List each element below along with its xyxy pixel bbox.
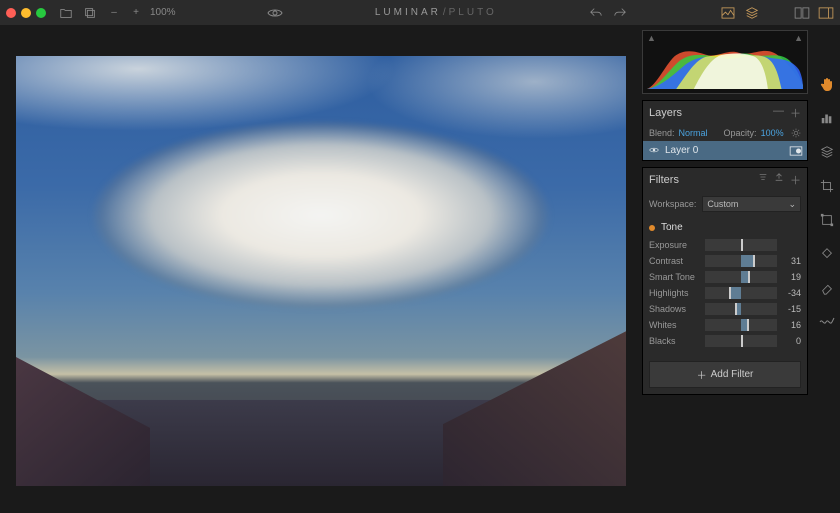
blacks-slider[interactable] [705, 335, 777, 347]
blend-mode-value[interactable]: Normal [679, 128, 708, 138]
file-open-icon[interactable] [58, 5, 74, 21]
opacity-label: Opacity: [724, 128, 757, 138]
denoise-tool-icon[interactable] [819, 314, 835, 330]
histogram-graph [647, 47, 803, 89]
filter-active-dot-icon [649, 225, 655, 231]
tone-filter-block: Tone Exposure Contrast 31 Smart Tone 19 Highl… [643, 216, 807, 355]
clip-warning-right-icon[interactable]: ▲ [794, 33, 803, 43]
layer-mask-icon[interactable] [789, 146, 801, 156]
exposure-slider-row: Exposure [643, 237, 807, 253]
panel-toggle-icon[interactable] [818, 5, 834, 21]
smart_tone-slider[interactable] [705, 271, 777, 283]
blacks-label: Blacks [649, 336, 701, 346]
contrast-label: Contrast [649, 256, 701, 266]
tool-strip [812, 26, 840, 513]
maximize-window-button[interactable] [36, 8, 46, 18]
undo-icon[interactable] [588, 5, 604, 21]
plus-icon: ＋ [697, 367, 707, 382]
whites-slider[interactable] [705, 319, 777, 331]
right-column: ▲ ▲ Layers — [642, 26, 840, 513]
smart_tone-slider-row: Smart Tone 19 [643, 269, 807, 285]
add-filter-icon[interactable]: ＋ [790, 172, 801, 188]
add-filter-button[interactable]: ＋ Add Filter [649, 361, 801, 388]
highlights-value: -34 [781, 288, 801, 298]
opacity-value[interactable]: 100% [761, 128, 784, 138]
close-window-button[interactable] [6, 8, 16, 18]
brand-sub: /PLUTO [443, 7, 497, 18]
main-area: ▲ ▲ Layers — [0, 26, 840, 513]
layers-panel: Layers — ＋ Blend: Normal Opacity: 100% [642, 100, 808, 161]
workspace-select[interactable]: Custom ⌄ [702, 196, 801, 212]
brand-main: LUMINAR [375, 7, 441, 18]
image-canvas[interactable] [16, 56, 626, 486]
canvas-area [0, 26, 642, 513]
preview-eye-icon[interactable] [267, 5, 283, 21]
whites-value: 16 [781, 320, 801, 330]
clone-tool-icon[interactable] [819, 246, 835, 262]
workspace-row: Workspace: Custom ⌄ [643, 192, 807, 216]
shadows-value: -15 [781, 304, 801, 314]
whites-slider-row: Whites 16 [643, 317, 807, 333]
shadows-slider[interactable] [705, 303, 777, 315]
blacks-slider-row: Blacks 0 [643, 333, 807, 349]
exposure-label: Exposure [649, 240, 701, 250]
image-view-icon[interactable] [720, 5, 736, 21]
compare-view-icon[interactable] [794, 5, 810, 21]
zoom-controls: – + 100% [106, 5, 176, 21]
zoom-value: 100% [150, 7, 176, 18]
crop-tool-icon[interactable] [819, 178, 835, 194]
redo-icon[interactable] [612, 5, 628, 21]
filters-menu-icon[interactable] [758, 172, 768, 188]
workspace-label: Workspace: [649, 199, 696, 209]
highlights-slider[interactable] [705, 287, 777, 299]
layers-title: Layers [649, 107, 682, 119]
clip-warning-left-icon[interactable]: ▲ [647, 33, 656, 43]
zoom-in-button[interactable]: + [128, 5, 144, 21]
window-controls [6, 8, 46, 18]
contrast-slider[interactable] [705, 255, 777, 267]
layer-settings-gear-icon[interactable] [791, 128, 801, 138]
tone-title: Tone [661, 222, 683, 233]
tone-filter-header[interactable]: Tone [643, 218, 807, 237]
exposure-slider[interactable] [705, 239, 777, 251]
layers-collapse-icon[interactable]: — [773, 105, 784, 121]
chevron-down-icon: ⌄ [788, 199, 796, 210]
whites-label: Whites [649, 320, 701, 330]
contrast-slider-row: Contrast 31 [643, 253, 807, 269]
top-toolbar: – + 100% LUMINAR /PLUTO [0, 0, 840, 26]
layer-blend-row: Blend: Normal Opacity: 100% [643, 125, 807, 141]
highlights-label: Highlights [649, 288, 701, 298]
blend-label: Blend: [649, 128, 675, 138]
filters-panel: Filters ＋ Workspace: Custom [642, 167, 808, 395]
layer-name: Layer 0 [665, 145, 698, 156]
layer-item[interactable]: Layer 0 [643, 141, 807, 160]
filters-export-icon[interactable] [774, 172, 784, 188]
contrast-value: 31 [781, 256, 801, 266]
histogram-panel[interactable]: ▲ ▲ [642, 30, 808, 94]
hand-tool-icon[interactable] [819, 76, 835, 92]
app-brand: LUMINAR /PLUTO [375, 7, 497, 18]
minimize-window-button[interactable] [21, 8, 31, 18]
smart_tone-value: 19 [781, 272, 801, 282]
add-filter-label: Add Filter [711, 369, 754, 380]
filters-title: Filters [649, 174, 679, 186]
layers-tool-icon[interactable] [819, 144, 835, 160]
highlights-slider-row: Highlights -34 [643, 285, 807, 301]
blacks-value: 0 [781, 336, 801, 346]
histogram-tool-icon[interactable] [819, 110, 835, 126]
transform-tool-icon[interactable] [819, 212, 835, 228]
shadows-slider-row: Shadows -15 [643, 301, 807, 317]
layer-visibility-eye-icon[interactable] [649, 146, 659, 156]
shadows-label: Shadows [649, 304, 701, 314]
layers-view-icon[interactable] [744, 5, 760, 21]
panels-stack: ▲ ▲ Layers — [642, 26, 812, 513]
erase-tool-icon[interactable] [819, 280, 835, 296]
workspace-value: Custom [707, 199, 738, 209]
copy-icon[interactable] [82, 5, 98, 21]
zoom-out-button[interactable]: – [106, 5, 122, 21]
smart_tone-label: Smart Tone [649, 272, 701, 282]
add-layer-icon[interactable]: ＋ [790, 105, 801, 121]
